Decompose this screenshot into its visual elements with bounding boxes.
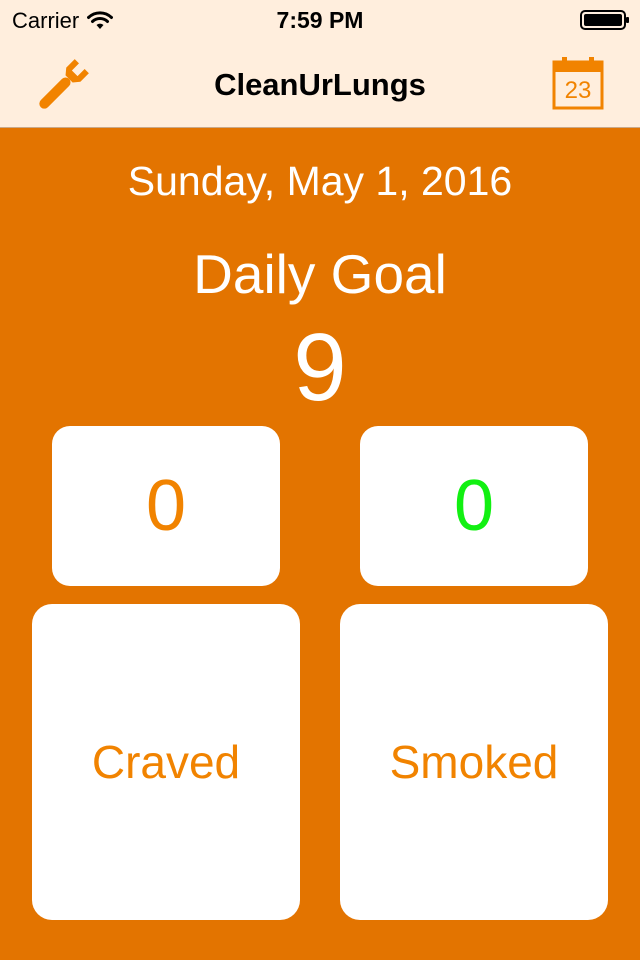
daily-goal-label: Daily Goal xyxy=(193,243,447,305)
clock: 7:59 PM xyxy=(276,7,364,33)
craved-count: 0 xyxy=(52,426,280,586)
calendar-icon[interactable]: 23 xyxy=(552,56,604,110)
status-bar: Carrier 7:59 PM xyxy=(0,0,640,40)
battery-icon xyxy=(580,10,629,30)
calendar-day: 23 xyxy=(565,77,592,104)
craved-button[interactable]: Craved xyxy=(32,604,300,920)
app-title: CleanUrLungs xyxy=(214,67,426,102)
smoked-button[interactable]: Smoked xyxy=(340,604,608,920)
smoked-count: 0 xyxy=(360,426,588,586)
navigation-bar: CleanUrLungs 23 xyxy=(0,40,640,128)
craved-label: Craved xyxy=(91,736,241,788)
smoked-label: Smoked xyxy=(389,736,559,788)
current-date: Sunday, May 1, 2016 xyxy=(127,158,513,204)
daily-goal-value: 9 xyxy=(293,314,347,421)
